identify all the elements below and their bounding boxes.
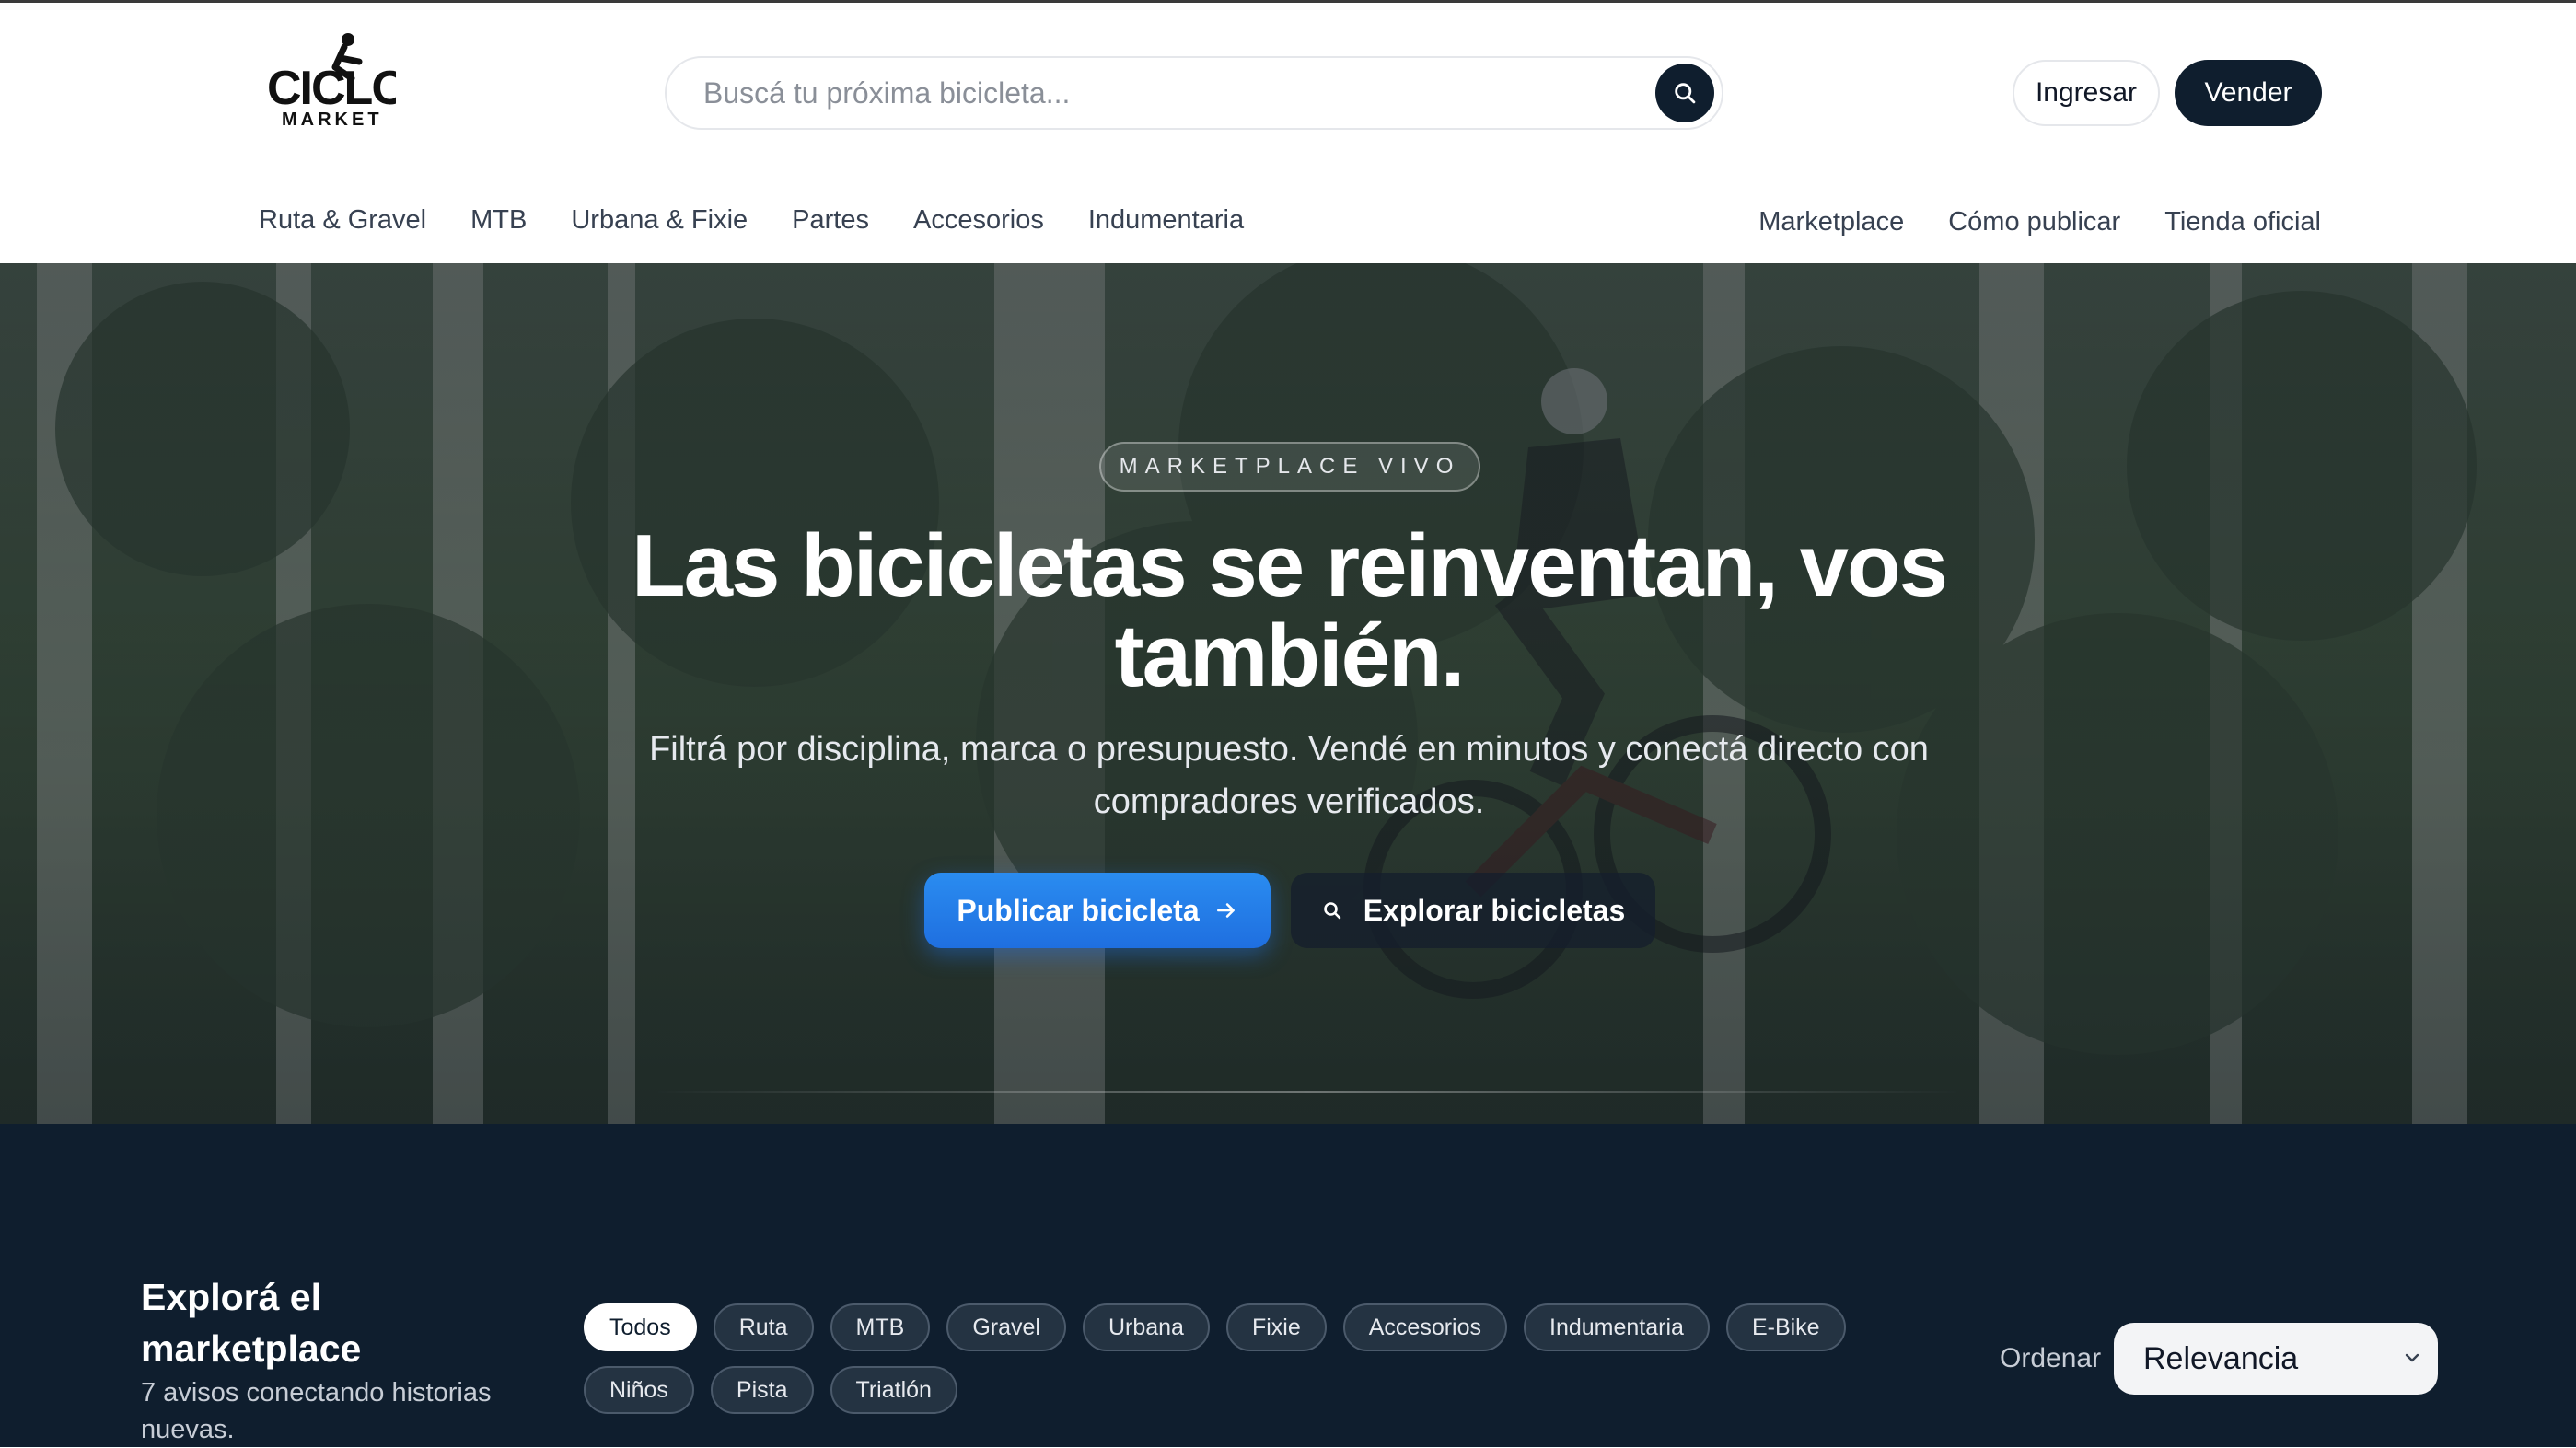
search-button[interactable] bbox=[1655, 64, 1714, 122]
filter-chip-accesorios[interactable]: Accesorios bbox=[1342, 1303, 1508, 1351]
filter-chip-ninos[interactable]: Niños bbox=[584, 1366, 694, 1414]
filter-chip-gravel[interactable]: Gravel bbox=[946, 1303, 1066, 1351]
nav-item-urbana-fixie[interactable]: Urbana & Fixie bbox=[571, 205, 748, 236]
sell-button[interactable]: Vender bbox=[2175, 60, 2322, 126]
chevron-down-icon bbox=[2405, 1353, 2419, 1362]
publish-bike-button[interactable]: Publicar bicicleta bbox=[924, 873, 1271, 948]
publish-bike-label: Publicar bicicleta bbox=[957, 893, 1200, 927]
marketplace-title: Explorá el marketplace bbox=[141, 1276, 362, 1370]
sort-select[interactable]: Relevancia bbox=[2114, 1323, 2438, 1395]
search-icon bbox=[1675, 83, 1696, 104]
nav-item-marketplace[interactable]: Marketplace bbox=[1758, 207, 1904, 237]
hero-section: MARKETPLACE VIVO Las bicicletas se reinv… bbox=[0, 263, 2576, 1124]
nav-item-ruta-gravel[interactable]: Ruta & Gravel bbox=[259, 205, 426, 236]
search-bar bbox=[665, 56, 1723, 130]
filter-chip-todos[interactable]: Todos bbox=[584, 1303, 697, 1351]
category-nav: Ruta & Gravel MTB Urbana & Fixie Partes … bbox=[259, 205, 1288, 236]
hero-subtitle: Filtrá por disciplina, marca o presupues… bbox=[649, 730, 1929, 821]
filter-chip-urbana[interactable]: Urbana bbox=[1082, 1303, 1210, 1351]
filter-chip-pista[interactable]: Pista bbox=[710, 1366, 814, 1414]
sort-selected-value: Relevancia bbox=[2143, 1340, 2299, 1376]
filter-chip-triatlon[interactable]: Triatlón bbox=[830, 1366, 957, 1414]
logo-subtext: MARKET bbox=[282, 110, 383, 130]
search-input[interactable] bbox=[703, 69, 1624, 117]
nav-item-indumentaria[interactable]: Indumentaria bbox=[1088, 205, 1244, 236]
filter-chip-mtb[interactable]: MTB bbox=[830, 1303, 931, 1351]
nav-item-como-publicar[interactable]: Cómo publicar bbox=[1948, 207, 2120, 237]
search-icon bbox=[1323, 902, 1341, 920]
explore-bikes-button[interactable]: Explorar bicicletas bbox=[1291, 873, 1655, 948]
hero-divider bbox=[654, 1091, 1961, 1093]
hero-title: Las bicicletas se reinventan, vos tambié… bbox=[631, 516, 1948, 705]
nav-item-partes[interactable]: Partes bbox=[792, 205, 869, 236]
explore-bikes-label: Explorar bicicletas bbox=[1363, 893, 1626, 927]
filter-chip-indumentaria[interactable]: Indumentaria bbox=[1524, 1303, 1710, 1351]
sort-label: Ordenar bbox=[2000, 1343, 2102, 1373]
filter-chip-ruta[interactable]: Ruta bbox=[713, 1303, 814, 1351]
marketplace-section: Explorá el marketplace 7 avisos conectan… bbox=[0, 1124, 2576, 1447]
marketplace-subtitle: 7 avisos conectando historias nuevas. bbox=[141, 1378, 492, 1444]
arrow-right-icon bbox=[1216, 903, 1235, 918]
site-header: CICLO MARKET Ingresar Vender Ruta & Grav… bbox=[0, 0, 2576, 263]
filter-chips: Todos Ruta MTB Gravel Urbana Fixie Acces… bbox=[584, 1303, 1955, 1414]
logo[interactable]: CICLO MARKET bbox=[267, 30, 409, 132]
nav-item-accesorios[interactable]: Accesorios bbox=[913, 205, 1044, 236]
hero-eyebrow-badge: MARKETPLACE VIVO bbox=[1099, 442, 1480, 492]
secondary-nav: Marketplace Cómo publicar Tienda oficial bbox=[1714, 207, 2321, 237]
login-button[interactable]: Ingresar bbox=[2013, 60, 2160, 126]
nav-item-tienda-oficial[interactable]: Tienda oficial bbox=[2164, 207, 2321, 237]
filter-chip-e-bike[interactable]: E-Bike bbox=[1725, 1303, 1846, 1351]
filter-chip-fixie[interactable]: Fixie bbox=[1225, 1303, 1327, 1351]
nav-item-mtb[interactable]: MTB bbox=[470, 205, 527, 236]
svg-text:CICLO: CICLO bbox=[267, 62, 396, 115]
